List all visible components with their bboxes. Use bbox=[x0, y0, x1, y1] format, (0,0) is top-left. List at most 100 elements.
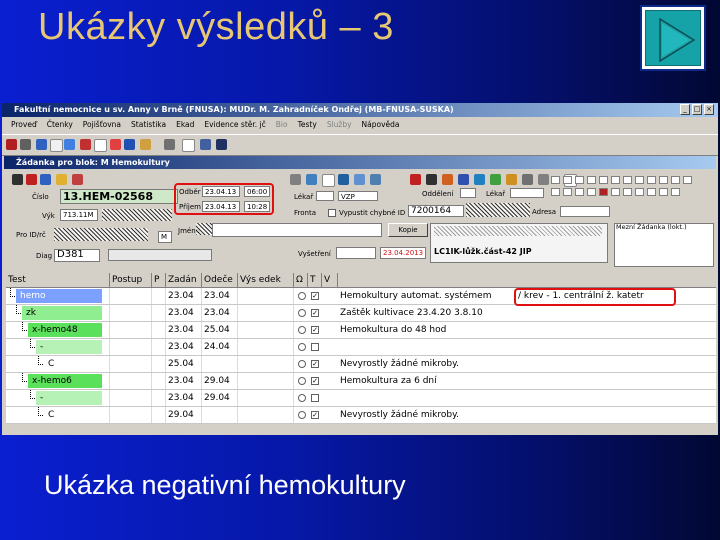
paste-icon[interactable] bbox=[458, 174, 469, 185]
flag-box[interactable] bbox=[647, 188, 656, 196]
omega-radio[interactable] bbox=[298, 343, 306, 351]
tool-icon[interactable] bbox=[216, 139, 227, 150]
chart-icon[interactable] bbox=[506, 174, 517, 185]
table-row[interactable]: - 23.04 29.04 bbox=[6, 390, 716, 407]
fakt-field[interactable] bbox=[316, 191, 334, 201]
table-icon[interactable] bbox=[338, 174, 349, 185]
flag-box[interactable] bbox=[623, 188, 632, 196]
lekar-field[interactable] bbox=[510, 188, 544, 198]
flag-box[interactable] bbox=[563, 188, 572, 196]
tools-icon[interactable] bbox=[80, 139, 91, 150]
delete-icon[interactable] bbox=[72, 174, 83, 185]
vysetreni-field[interactable] bbox=[336, 247, 376, 259]
menu-item-evidence[interactable]: Evidence stěr. jč bbox=[199, 118, 270, 132]
flag-box[interactable] bbox=[551, 188, 560, 196]
flag-box[interactable] bbox=[575, 188, 584, 196]
col-v[interactable]: V bbox=[322, 273, 338, 287]
omega-radio[interactable] bbox=[298, 377, 306, 385]
close-button[interactable]: × bbox=[704, 104, 714, 115]
col-omega[interactable]: Ω bbox=[294, 273, 308, 287]
flag-box[interactable] bbox=[671, 188, 680, 196]
omega-radio[interactable] bbox=[298, 394, 306, 402]
zoom-icon[interactable] bbox=[370, 174, 381, 185]
minimize-button[interactable]: _ bbox=[680, 104, 690, 115]
flag-box[interactable] bbox=[659, 188, 668, 196]
flag-box[interactable] bbox=[683, 176, 692, 184]
t-checkbox[interactable]: ✓ bbox=[311, 326, 319, 334]
table-row[interactable]: x-hemo48 23.04 25.04 ✓ Hemokultura do 48 hod bbox=[6, 322, 716, 339]
flag-box[interactable] bbox=[599, 176, 608, 184]
phone-icon[interactable] bbox=[164, 139, 175, 150]
info-icon[interactable] bbox=[538, 174, 549, 185]
people-icon[interactable] bbox=[64, 139, 75, 150]
vzp-field[interactable]: VZP bbox=[338, 191, 378, 201]
vypust-checkbox[interactable] bbox=[328, 209, 336, 217]
date-red-field[interactable]: 23.04.2013 bbox=[380, 247, 426, 259]
print-icon[interactable] bbox=[124, 139, 135, 150]
flag-box[interactable] bbox=[611, 176, 620, 184]
flag-box[interactable] bbox=[563, 176, 572, 184]
lock-icon[interactable] bbox=[20, 139, 31, 150]
col-t[interactable]: T bbox=[308, 273, 322, 287]
t-checkbox[interactable] bbox=[311, 394, 319, 402]
omega-radio[interactable] bbox=[298, 411, 306, 419]
mid-field[interactable]: M bbox=[158, 231, 172, 243]
omega-radio[interactable] bbox=[298, 292, 306, 300]
nav-next-icon[interactable] bbox=[40, 174, 51, 185]
menu-item-testy[interactable]: Testy bbox=[293, 118, 322, 132]
clipboard-icon[interactable] bbox=[182, 139, 195, 152]
nav-prev-icon[interactable] bbox=[26, 174, 37, 185]
col-test[interactable]: Test bbox=[6, 273, 110, 287]
menu-item-bio[interactable]: Bio bbox=[271, 118, 293, 132]
grid-icon[interactable] bbox=[322, 174, 335, 187]
flag-box[interactable] bbox=[587, 188, 596, 196]
flag-box[interactable] bbox=[635, 188, 644, 196]
menu-item-ctenky[interactable]: Čtenky bbox=[42, 118, 78, 132]
menu-item-statistika[interactable]: Statistika bbox=[126, 118, 171, 132]
mail-icon[interactable] bbox=[290, 174, 301, 185]
col-postup[interactable]: Postup bbox=[110, 273, 152, 287]
cut-icon[interactable] bbox=[426, 174, 437, 185]
omega-radio[interactable] bbox=[298, 360, 306, 368]
table-row[interactable]: - 23.04 24.04 bbox=[6, 339, 716, 356]
check-icon[interactable] bbox=[490, 174, 501, 185]
flag-box[interactable] bbox=[575, 176, 584, 184]
col-odece[interactable]: Odeče bbox=[202, 273, 238, 287]
t-checkbox[interactable]: ✓ bbox=[311, 411, 319, 419]
flag-box[interactable] bbox=[599, 188, 608, 196]
t-checkbox[interactable]: ✓ bbox=[311, 377, 319, 385]
diag-field[interactable]: D381 bbox=[54, 249, 100, 262]
flag-box[interactable] bbox=[647, 176, 656, 184]
table-row[interactable]: x-hemo6 23.04 29.04 ✓ Hemokultura za 6 dní bbox=[6, 373, 716, 390]
pills-icon[interactable] bbox=[200, 139, 211, 150]
cislo-field[interactable]: 13.HEM-02568 bbox=[60, 189, 178, 204]
kopie-button[interactable]: Kopie bbox=[388, 223, 428, 237]
copy-icon[interactable] bbox=[442, 174, 453, 185]
cross-icon[interactable] bbox=[410, 174, 421, 185]
folder-icon[interactable] bbox=[140, 139, 151, 150]
flag-box[interactable] bbox=[635, 176, 644, 184]
vyk-field[interactable]: 713.11M bbox=[60, 209, 98, 221]
col-zadan[interactable]: Zadán bbox=[166, 273, 202, 287]
flag-icon[interactable] bbox=[110, 139, 121, 150]
search-icon[interactable] bbox=[354, 174, 365, 185]
flag-box[interactable] bbox=[659, 176, 668, 184]
diag-desc-field[interactable] bbox=[108, 249, 212, 261]
flag-box[interactable] bbox=[611, 188, 620, 196]
nav-first-icon[interactable] bbox=[12, 174, 23, 185]
omega-radio[interactable] bbox=[298, 326, 306, 334]
edit-icon[interactable] bbox=[474, 174, 485, 185]
t-checkbox[interactable]: ✓ bbox=[311, 309, 319, 317]
flag-box[interactable] bbox=[587, 176, 596, 184]
save-icon[interactable] bbox=[56, 174, 67, 185]
jmeno-field[interactable] bbox=[212, 223, 382, 237]
table-row[interactable]: C 25.04 ✓ Nevyrostly žádné mikroby. bbox=[6, 356, 716, 373]
sheet-icon[interactable] bbox=[94, 139, 107, 152]
t-checkbox[interactable]: ✓ bbox=[311, 292, 319, 300]
exit-icon[interactable] bbox=[6, 139, 17, 150]
omega-radio[interactable] bbox=[298, 309, 306, 317]
id-field[interactable]: 7200164 bbox=[408, 205, 464, 217]
col-p[interactable]: P bbox=[152, 273, 166, 287]
lock2-icon[interactable] bbox=[522, 174, 533, 185]
col-vysledek[interactable]: Výs edek bbox=[238, 273, 294, 287]
